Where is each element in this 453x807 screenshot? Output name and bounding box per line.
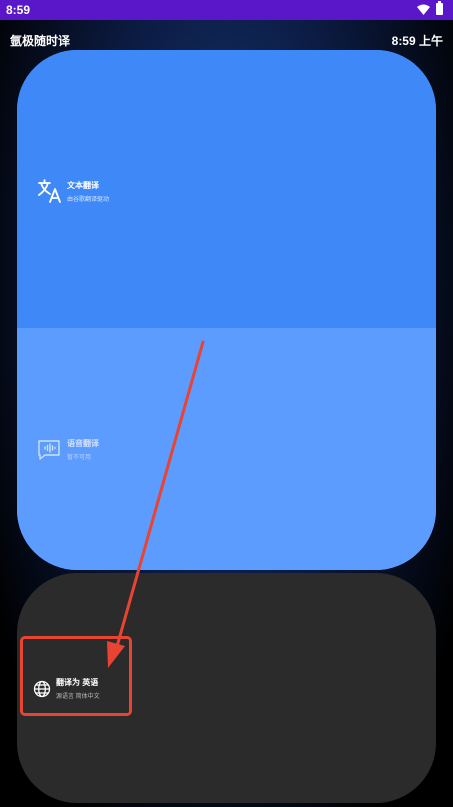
voice-chat-icon [38, 439, 60, 460]
translate-icon [38, 179, 61, 203]
wifi-icon [417, 4, 430, 15]
text-translate-section[interactable]: 文本翻译 由谷歌翻译驱动 [17, 50, 436, 328]
app-title: 氩极随时译 [10, 34, 71, 48]
battery-icon [436, 1, 443, 15]
voice-translate-item[interactable]: 语音翻译 暂不可用 [37, 438, 99, 461]
text-translate-subtitle: 由谷歌翻译驱动 [67, 196, 110, 203]
voice-translate-subtitle: 暂不可用 [67, 455, 92, 461]
status-icons [417, 1, 443, 15]
text-translate-item[interactable]: 文本翻译 由谷歌翻译驱动 [37, 178, 109, 204]
status-bar: 8:59 [0, 0, 453, 20]
text-translate-label: 文本翻译 [67, 180, 99, 190]
voice-translate-section[interactable]: 语音翻译 暂不可用 [17, 328, 436, 570]
translate-modes-card: 文本翻译 由谷歌翻译驱动 语音翻译 暂不可用 [17, 50, 436, 570]
clock: 8:59 上午 [391, 34, 443, 48]
annotation-highlight-box [20, 636, 132, 716]
status-time: 8:59 [6, 3, 31, 17]
voice-translate-label: 语音翻译 [67, 439, 99, 448]
app-header: 氩极随时译 8:59 上午 [0, 28, 453, 50]
